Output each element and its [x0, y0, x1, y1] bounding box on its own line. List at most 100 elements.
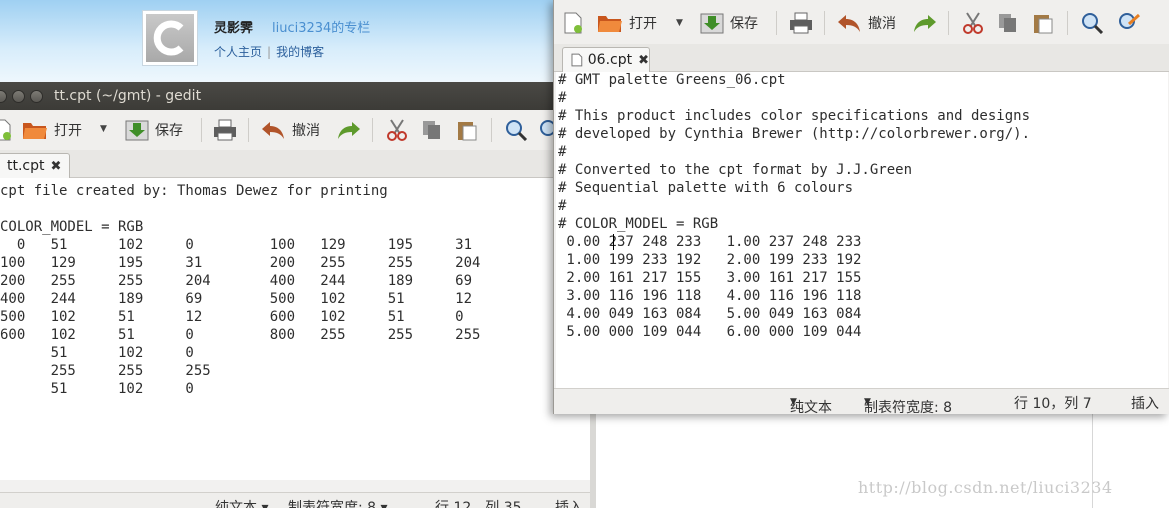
csdn-logo-icon	[153, 20, 184, 56]
toolbar: 打开 ▼ 保存 撤消	[554, 0, 1169, 44]
tab-tt-cpt[interactable]: tt.cpt ✖	[0, 153, 70, 178]
code-line: 400 244 189 69 500 102 51 12	[0, 291, 473, 307]
code-line: # COLOR_MODEL = RGB	[558, 216, 719, 232]
new-document-button[interactable]	[563, 11, 583, 35]
code-line: cpt file created by: Thomas Dewez for pr…	[0, 183, 388, 199]
tab-bar: 06.cpt ✖	[554, 44, 1169, 72]
watermark-text: http://blog.csdn.net/liuci3234	[858, 478, 1113, 497]
redo-button[interactable]	[912, 11, 938, 35]
insert-mode: 插入	[555, 500, 583, 508]
folder-open-icon	[23, 123, 47, 139]
undo-icon	[838, 15, 860, 32]
close-tab-icon[interactable]: ✖	[51, 159, 62, 174]
code-line: # developed by Cynthia Brewer (http://co…	[558, 126, 1031, 142]
blog-author-name[interactable]: 灵影霁	[214, 17, 253, 36]
code-line: 0 51 102 0 100 129 195 31	[0, 237, 473, 253]
printer-icon	[790, 12, 812, 34]
search-button[interactable]	[1080, 11, 1104, 35]
toolbar: 打开 ▼ 保存 撤消	[0, 110, 596, 150]
search-icon	[506, 120, 528, 141]
copy-button[interactable]	[997, 11, 1019, 35]
window-titlebar[interactable]: tt.cpt (~/gmt) - gedit	[0, 82, 596, 110]
open-button[interactable]: 打开	[597, 11, 657, 35]
open-button[interactable]: 打开	[22, 118, 82, 142]
close-tab-icon[interactable]: ✖	[638, 53, 649, 68]
search-button[interactable]	[504, 118, 528, 142]
print-button[interactable]	[213, 118, 237, 142]
paste-button[interactable]	[456, 118, 478, 142]
paste-icon	[1034, 15, 1053, 34]
copy-icon	[999, 14, 1016, 32]
new-document-icon	[0, 119, 11, 141]
redo-icon	[338, 122, 360, 139]
text-editor[interactable]: cpt file created by: Thomas Dewez for pr…	[0, 178, 590, 480]
print-button[interactable]	[789, 11, 813, 35]
scissors-icon	[387, 119, 407, 141]
code-line: 2.00 161 217 155 3.00 161 217 155	[558, 270, 862, 286]
printer-icon	[214, 119, 236, 141]
blog-banner: 灵影霁 liuci3234的专栏 个人主页 | 我的博客	[0, 0, 560, 82]
save-button[interactable]: 保存	[700, 11, 758, 35]
tab-width-selector[interactable]: 制表符宽度: 8 ▾	[288, 497, 388, 508]
code-line: # Sequential palette with 6 colours	[558, 180, 854, 196]
text-cursor	[613, 234, 614, 250]
dropdown-arrow-icon: ▼	[790, 397, 797, 407]
tab-06-cpt[interactable]: 06.cpt ✖	[562, 47, 650, 72]
code-line: 200 255 255 204 400 244 189 69	[0, 273, 473, 289]
find-replace-icon	[1119, 13, 1141, 29]
undo-icon	[262, 122, 284, 139]
paste-icon	[458, 122, 477, 141]
undo-button[interactable]: 撤消	[260, 118, 320, 142]
blog-nav-links: 个人主页 | 我的博客	[214, 45, 325, 59]
search-icon	[1082, 13, 1104, 34]
replace-button[interactable]	[1117, 11, 1141, 35]
code-line: COLOR_MODEL = RGB	[0, 219, 144, 235]
paste-button[interactable]	[1032, 11, 1054, 35]
redo-button[interactable]	[336, 118, 362, 142]
code-line: #	[558, 198, 567, 214]
save-icon	[700, 13, 724, 34]
code-line: 1.00 199 233 192 2.00 199 233 192	[558, 252, 862, 268]
cut-button[interactable]	[962, 11, 984, 35]
insert-mode: 插入	[1131, 396, 1159, 412]
tab-bar: tt.cpt ✖	[0, 150, 596, 178]
cursor-position: 行 10，列 7	[1014, 396, 1092, 412]
code-line: 500 102 51 12 600 102 51 0	[0, 309, 464, 325]
save-button[interactable]: 保存	[125, 118, 183, 142]
code-line: #	[558, 144, 567, 160]
home-link[interactable]: 个人主页	[214, 45, 262, 59]
close-window-button[interactable]	[0, 90, 7, 103]
folder-open-icon	[598, 16, 622, 32]
text-editor[interactable]: # GMT palette Greens_06.cpt # # This produ…	[556, 72, 1168, 388]
code-line: 100 129 195 31 200 255 255 204	[0, 255, 481, 271]
code-line: # GMT palette Greens_06.cpt	[558, 72, 786, 88]
code-line: 3.00 116 196 118 4.00 116 196 118	[558, 288, 862, 304]
maximize-window-button[interactable]	[30, 90, 43, 103]
copy-button[interactable]	[421, 118, 443, 142]
blog-column-title[interactable]: liuci3234的专栏	[272, 17, 370, 36]
code-line: 0.00 237 248 233 1.00 237 248 233	[558, 234, 862, 250]
my-blog-link[interactable]: 我的博客	[276, 45, 324, 59]
scissors-icon	[963, 12, 983, 34]
recent-files-dropdown-icon[interactable]: ▼	[676, 18, 683, 28]
avatar[interactable]	[142, 10, 198, 66]
minimize-window-button[interactable]	[12, 90, 25, 103]
syntax-mode-selector[interactable]: 纯文本 ▾	[215, 497, 268, 508]
undo-button[interactable]: 撤消	[836, 11, 896, 35]
code-line: 5.00 000 109 044 6.00 000 109 044	[558, 324, 862, 340]
window-title: tt.cpt (~/gmt) - gedit	[54, 88, 202, 104]
new-document-icon	[564, 12, 582, 34]
save-icon	[125, 120, 149, 141]
code-line: 255 255 255	[0, 363, 211, 379]
gedit-window-tt: tt.cpt (~/gmt) - gedit 打开 ▼ 保存 撤消 tt.cpt…	[0, 82, 596, 508]
dropdown-arrow-icon: ▼	[864, 397, 871, 407]
code-line: 4.00 049 163 084 5.00 049 163 084	[558, 306, 862, 322]
new-document-button[interactable]	[0, 118, 12, 142]
status-bar: 纯文本 ▼ 制表符宽度: 8 ▼ 行 10，列 7 插入	[554, 388, 1169, 416]
recent-files-dropdown-icon[interactable]: ▼	[100, 124, 107, 134]
status-bar: 纯文本 ▾ 制表符宽度: 8 ▾ 行 12，列 35 插入	[0, 492, 596, 508]
cut-button[interactable]	[386, 118, 408, 142]
gedit-window-06: 打开 ▼ 保存 撤消 06.cpt ✖ # GMT palette Greens…	[553, 0, 1169, 416]
code-line: # Converted to the cpt format by J.J.Gre…	[558, 162, 913, 178]
